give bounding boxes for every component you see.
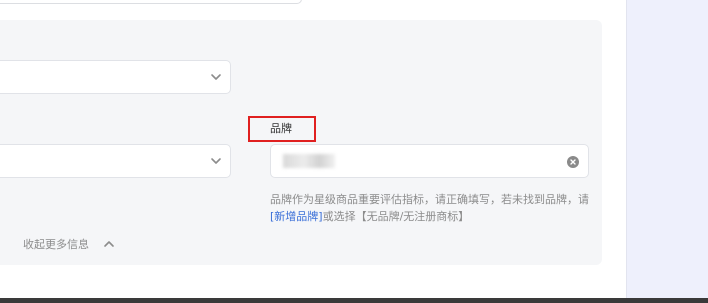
brand-hint-text-2: 或选择【无品牌/无注册商标】	[322, 210, 470, 223]
brand-input[interactable]	[270, 144, 589, 178]
brand-hint-text-1: 品牌作为星级商品重要评估指标，请正确填写，若未找到品牌，请	[270, 193, 589, 206]
chevron-down-icon	[211, 158, 221, 164]
more-info-panel	[0, 20, 602, 265]
attribute-select-1[interactable]	[0, 60, 231, 94]
collapse-more-info-toggle[interactable]: 收起更多信息	[23, 236, 115, 252]
chevron-up-icon	[104, 241, 114, 247]
brand-hint: 品牌作为星级商品重要评估指标，请正确填写，若未找到品牌，请 [新增品牌]或选择【无…	[270, 191, 592, 225]
chevron-down-icon	[211, 74, 221, 80]
right-side-strip	[626, 0, 708, 303]
top-text-input[interactable]	[0, 0, 302, 4]
page: 品牌 品牌作为星级商品重要评估指标，请正确填写，若未找到品牌，请 [新增品牌]或选…	[0, 0, 708, 303]
brand-label: 品牌	[270, 122, 292, 135]
add-brand-link[interactable]: [新增品牌]	[270, 210, 323, 223]
attribute-select-2[interactable]	[0, 144, 231, 178]
brand-input-blurred-value	[283, 154, 335, 168]
clear-icon[interactable]	[567, 156, 579, 168]
bottom-edge-bar	[0, 298, 708, 303]
collapse-label: 收起更多信息	[23, 238, 89, 251]
